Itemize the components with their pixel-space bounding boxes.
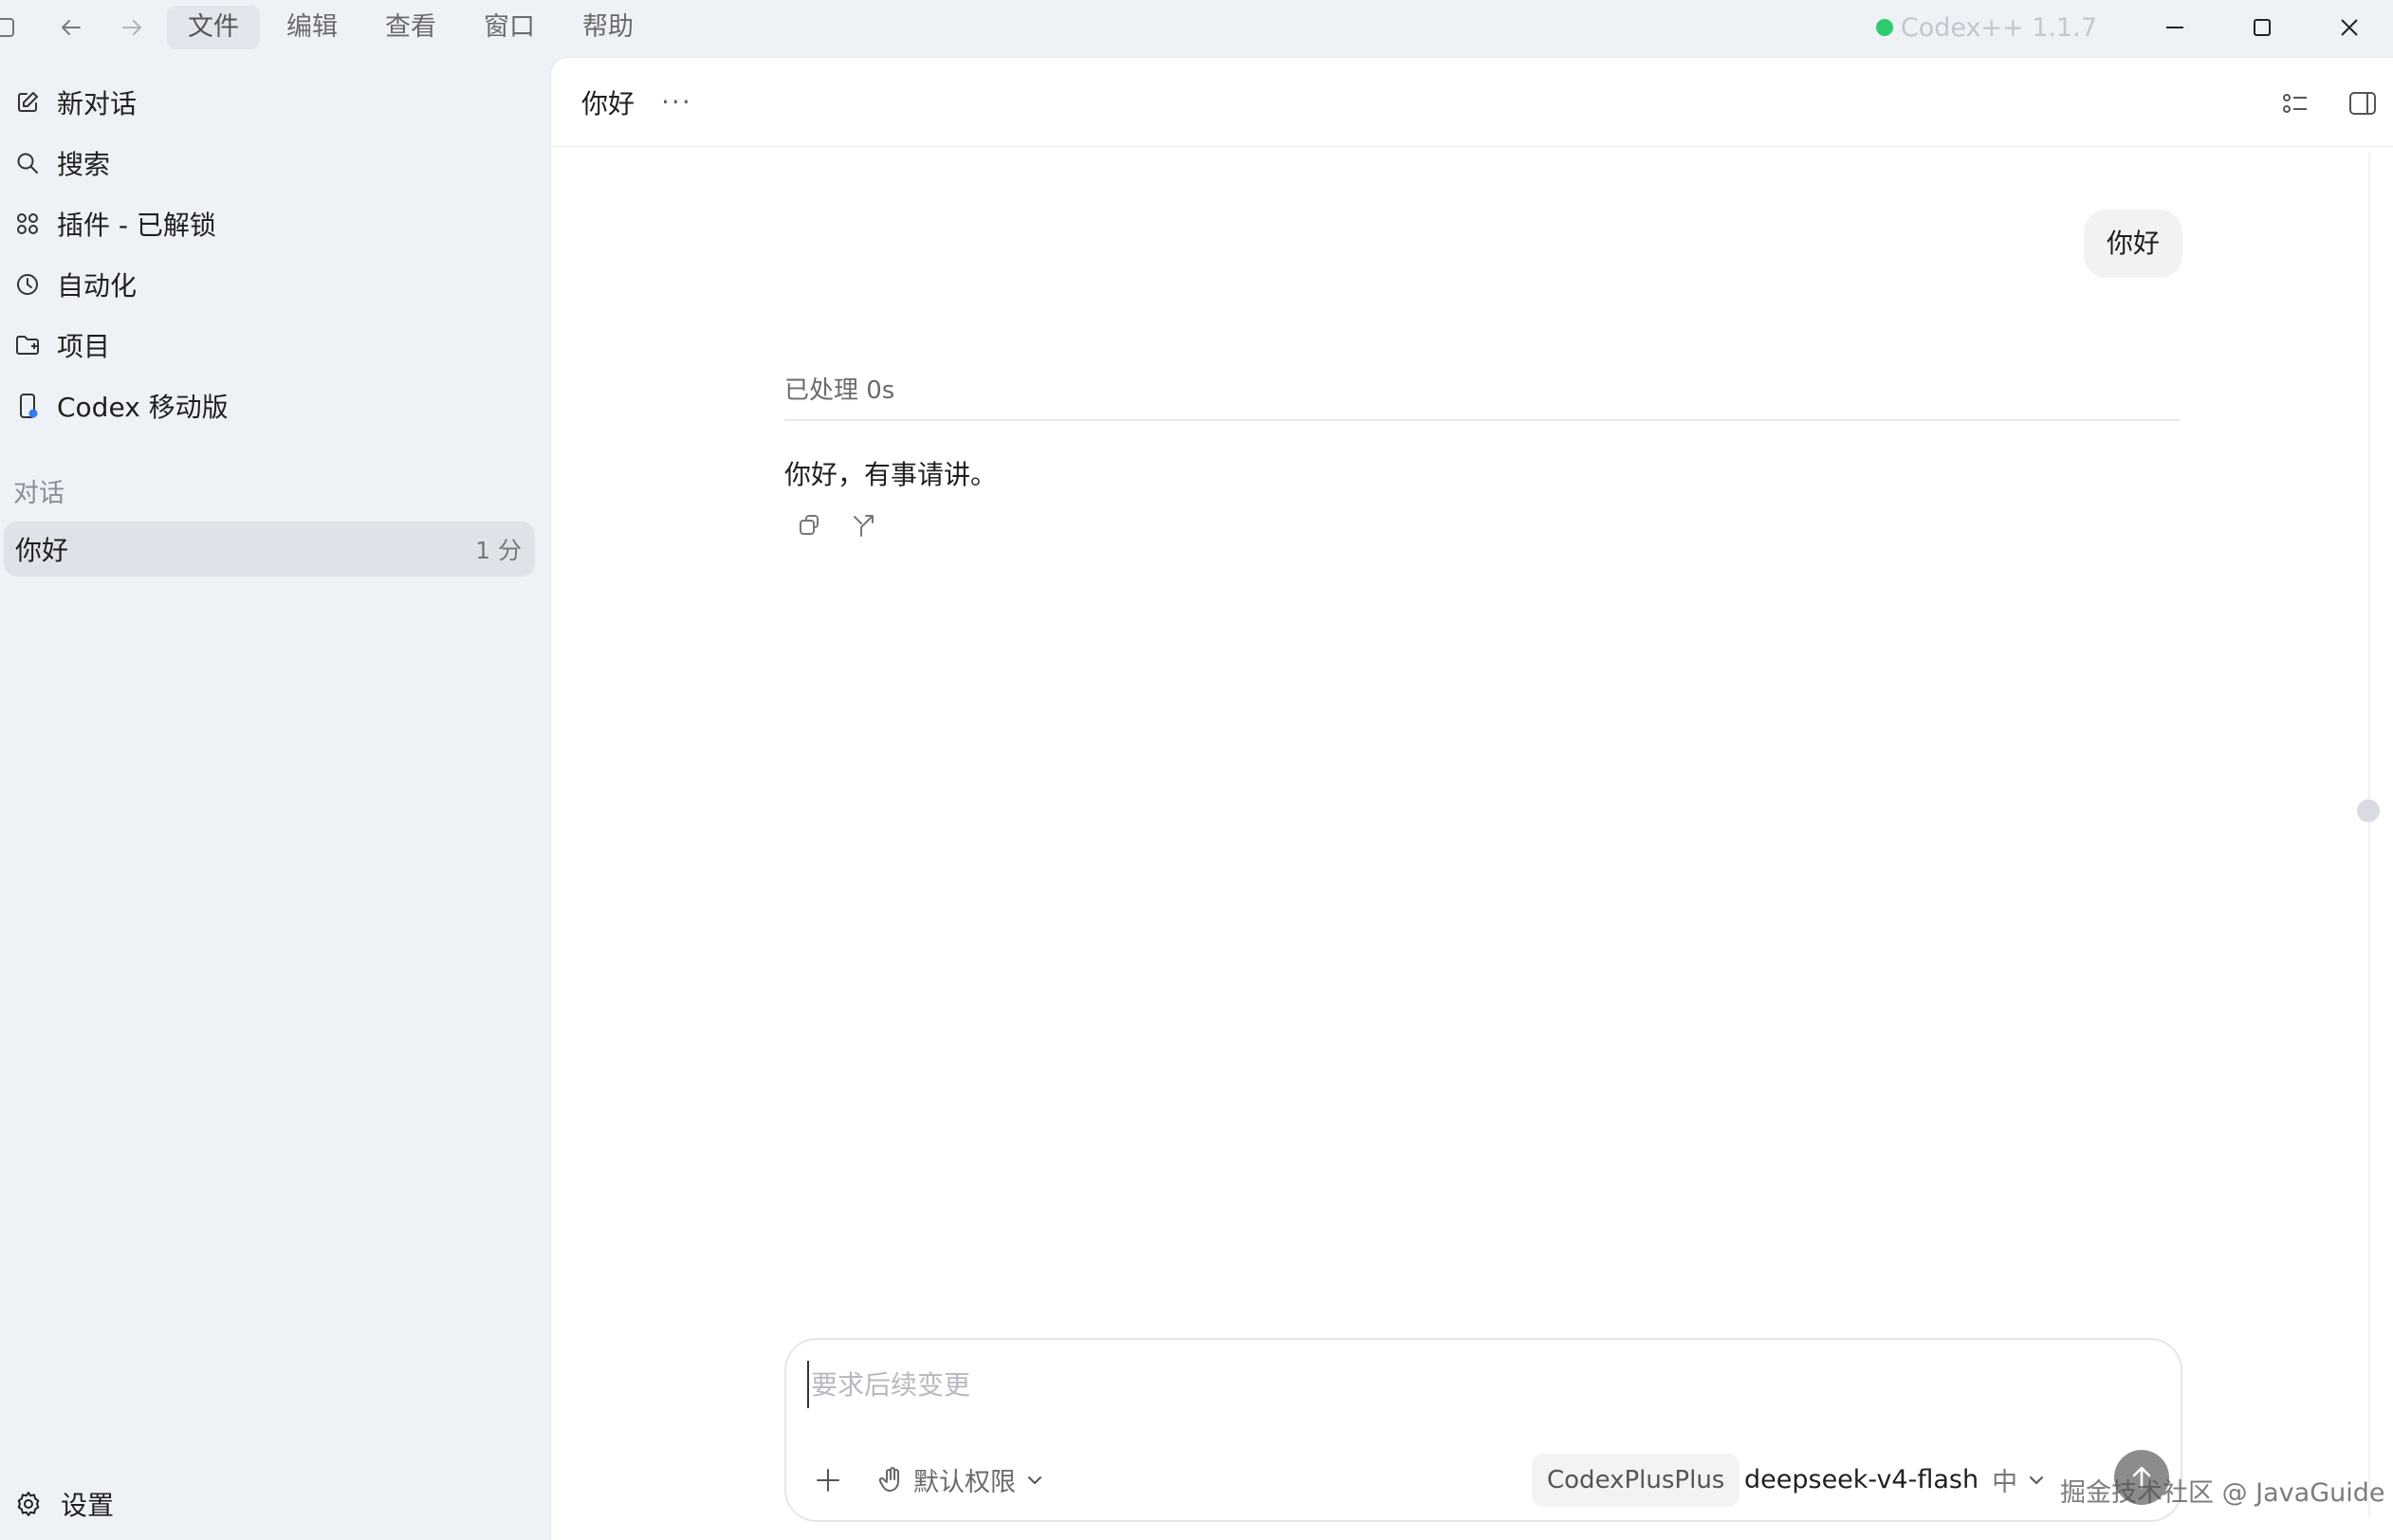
chat-header: 你好 ··· (551, 58, 2393, 147)
sidebar-item-automation[interactable]: 自动化 (13, 266, 137, 303)
version-label: Codex++ 1.1.7 (1900, 12, 2097, 43)
edit-icon (13, 88, 42, 117)
sidebar-item-search[interactable]: 搜索 (13, 144, 110, 182)
sidebar-item-projects[interactable]: 项目 (13, 326, 110, 364)
sidebar-item-label: 搜索 (57, 149, 111, 180)
provider-chip[interactable]: CodexPlusPlus (1532, 1454, 1740, 1507)
version-badge: Codex++ 1.1.7 (1875, 12, 2097, 43)
app-window: 文件 编辑 查看 窗口 帮助 Codex++ 1.1.7 新对话 搜索 插件 -… (0, 0, 2393, 1540)
forward-arrow-icon[interactable] (112, 8, 152, 47)
back-arrow-icon[interactable] (51, 8, 91, 47)
divider (784, 419, 2181, 421)
grid-icon (13, 210, 42, 238)
hand-icon (877, 1466, 906, 1494)
title-bar: 文件 编辑 查看 窗口 帮助 Codex++ 1.1.7 (0, 0, 2393, 55)
permission-label: 默认权限 (913, 1468, 1016, 1497)
model-label: deepseek-v4-flash (1744, 1465, 1979, 1494)
reply-actions (794, 509, 900, 541)
sidebar-item-label: 插件 - 已解锁 (57, 210, 216, 241)
menu-edit[interactable]: 编辑 (266, 6, 359, 49)
minimize-button[interactable] (2131, 0, 2218, 55)
search-icon (13, 149, 42, 177)
maximize-button[interactable] (2218, 0, 2306, 55)
fork-icon[interactable] (847, 509, 879, 541)
more-options-icon[interactable]: ··· (661, 86, 692, 118)
gear-icon (13, 1489, 44, 1519)
menu-view[interactable]: 查看 (364, 6, 457, 49)
close-button[interactable] (2306, 0, 2393, 55)
sidebar-item-new-chat[interactable]: 新对话 (13, 83, 137, 121)
composer-toolbar: 默认权限 CodexPlusPlus deepseek-v4-flash 中 (786, 1450, 2181, 1509)
sidebar-item-label: 项目 (57, 331, 111, 362)
sidebar: 新对话 搜索 插件 - 已解锁 自动化 项目 Codex 移动版 对话 你好 1… (0, 55, 550, 1540)
settings-label: 设置 (61, 1490, 115, 1521)
effort-label: 中 (1992, 1468, 2018, 1497)
user-message-bubble: 你好 (2083, 210, 2182, 278)
sidebar-item-label: 新对话 (57, 88, 138, 119)
scrollbar-thumb[interactable] (2357, 799, 2380, 822)
chat-title: 你好 (581, 87, 635, 119)
model-selector[interactable]: deepseek-v4-flash 中 (1744, 1461, 2046, 1498)
menu-help[interactable]: 帮助 (561, 6, 654, 49)
sidebar-toggle-icon[interactable] (0, 8, 23, 47)
sidebar-item-mobile[interactable]: Codex 移动版 (13, 387, 229, 425)
sidebar-item-plugins[interactable]: 插件 - 已解锁 (13, 205, 216, 243)
chevron-down-icon (1025, 1471, 1044, 1490)
watermark: 掘金技术社区 @ JavaGuide (2060, 1478, 2385, 1508)
clock-icon (13, 270, 42, 299)
status-dot-icon (1875, 19, 1893, 36)
side-panel-toggle-icon[interactable] (2344, 84, 2382, 122)
folder-icon (13, 331, 42, 359)
task-list-icon[interactable] (2277, 84, 2315, 122)
conversation-item[interactable]: 你好 1 分 (4, 522, 535, 577)
conversation-title: 你好 (15, 535, 69, 566)
permission-dropdown[interactable]: 默认权限 (877, 1461, 1044, 1498)
composer: 默认权限 CodexPlusPlus deepseek-v4-flash 中 (784, 1338, 2182, 1522)
menu-window[interactable]: 窗口 (463, 6, 556, 49)
menu-file[interactable]: 文件 (167, 6, 260, 49)
processed-status[interactable]: 已处理 0s (784, 371, 894, 406)
conversations-section-label: 对话 (13, 479, 64, 508)
phone-icon (13, 392, 42, 420)
scroll-track (2368, 153, 2370, 1518)
sidebar-item-label: Codex 移动版 (57, 392, 229, 423)
assistant-reply: 你好，有事请讲。 (784, 459, 998, 490)
chevron-down-icon (2027, 1471, 2046, 1490)
settings-button[interactable]: 设置 (13, 1485, 114, 1523)
copy-icon[interactable] (794, 509, 826, 541)
message-input[interactable] (807, 1361, 2135, 1408)
sidebar-item-label: 自动化 (57, 270, 138, 302)
add-attachment-button[interactable] (809, 1461, 847, 1499)
conversation-time: 1 分 (475, 537, 522, 564)
chat-panel: 你好 ··· 你好 已处理 0s 你好，有事请讲。 要求后续变更 默认权限 Co… (550, 57, 2393, 1540)
